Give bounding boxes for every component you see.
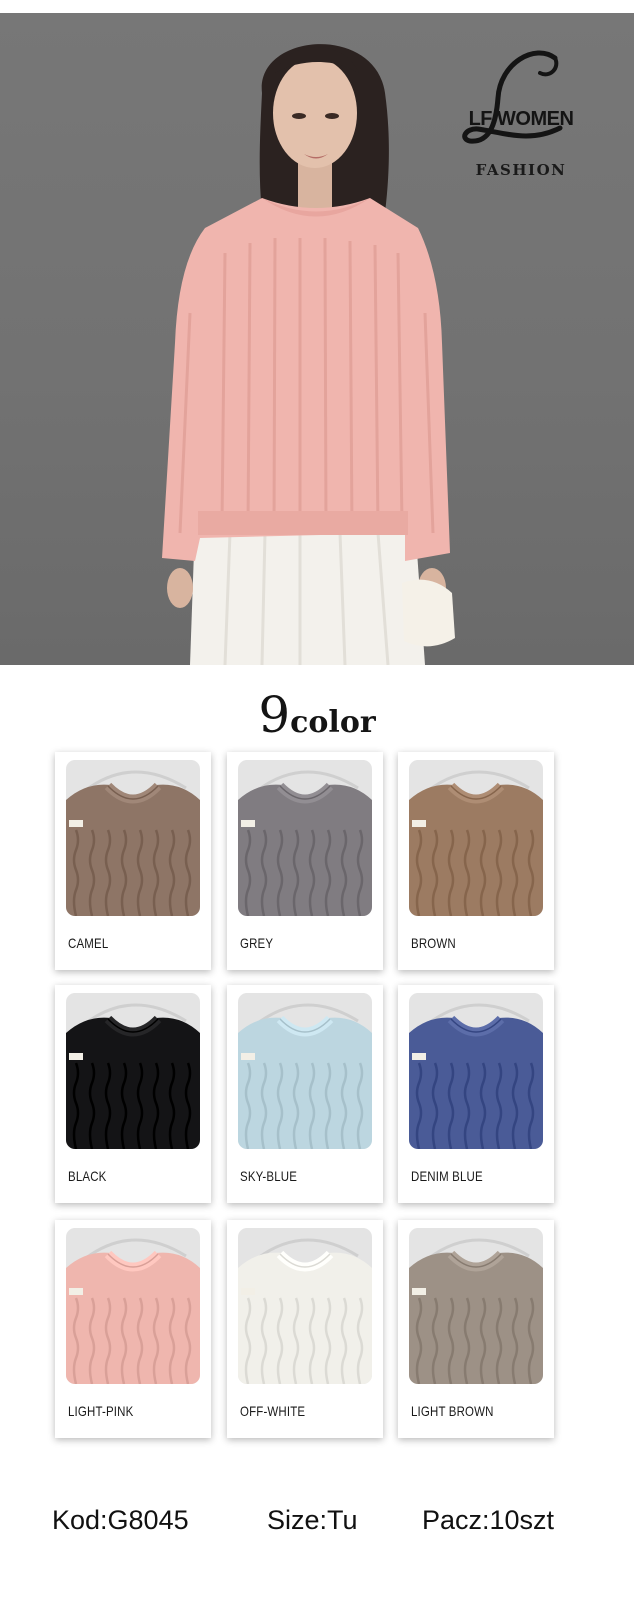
product-size: Size:Tu [267, 1505, 358, 1535]
color-swatch-card[interactable]: OFF-WHITE [227, 1220, 383, 1438]
color-swatch-card[interactable]: DENIM BLUE [398, 985, 554, 1203]
color-swatch-card[interactable]: LIGHT-PINK [55, 1220, 211, 1438]
brand-tagline: FASHION [475, 161, 567, 179]
color-swatch-card[interactable]: GREY [227, 752, 383, 970]
brand-logo: LF WOMEN FASHION [440, 43, 600, 183]
brand-name: LF WOMEN [468, 108, 574, 130]
pack-quantity: Pacz:10szt [422, 1505, 555, 1535]
sweater-swatch-image [409, 760, 543, 916]
color-count-number: 9 [258, 686, 291, 744]
swatch-label: OFF-WHITE [240, 1403, 306, 1419]
sweater-swatch-image [238, 1228, 372, 1384]
color-swatch-card[interactable]: SKY-BLUE [227, 985, 383, 1203]
swatch-label: DENIM BLUE [411, 1168, 483, 1184]
swatch-label: LIGHT BROWN [411, 1403, 494, 1419]
product-code: Kod:G8045 [52, 1505, 189, 1535]
color-count-heading: 9color [0, 686, 634, 744]
sweater-swatch-image [409, 993, 543, 1149]
sweater-swatch-image [66, 760, 200, 916]
swatch-label: BROWN [411, 935, 456, 951]
swatch-label: LIGHT-PINK [68, 1403, 134, 1419]
sweater-swatch-image [66, 1228, 200, 1384]
color-swatch-card[interactable]: BROWN [398, 752, 554, 970]
color-swatch-card[interactable]: BLACK [55, 985, 211, 1203]
script-l-icon [462, 50, 563, 144]
sweater-swatch-image [409, 1228, 543, 1384]
sweater-swatch-image [66, 993, 200, 1149]
color-swatch-card[interactable]: LIGHT BROWN [398, 1220, 554, 1438]
color-swatch-card[interactable]: CAMEL [55, 752, 211, 970]
sweater-swatch-image [238, 993, 372, 1149]
color-count-word: color [290, 705, 376, 740]
swatch-label: GREY [240, 935, 274, 951]
sweater-swatch-image [238, 760, 372, 916]
swatch-label: CAMEL [68, 935, 109, 951]
hero-photo: LF WOMEN FASHION [0, 13, 634, 665]
swatch-label: BLACK [68, 1168, 107, 1184]
swatch-label: SKY-BLUE [240, 1168, 298, 1184]
